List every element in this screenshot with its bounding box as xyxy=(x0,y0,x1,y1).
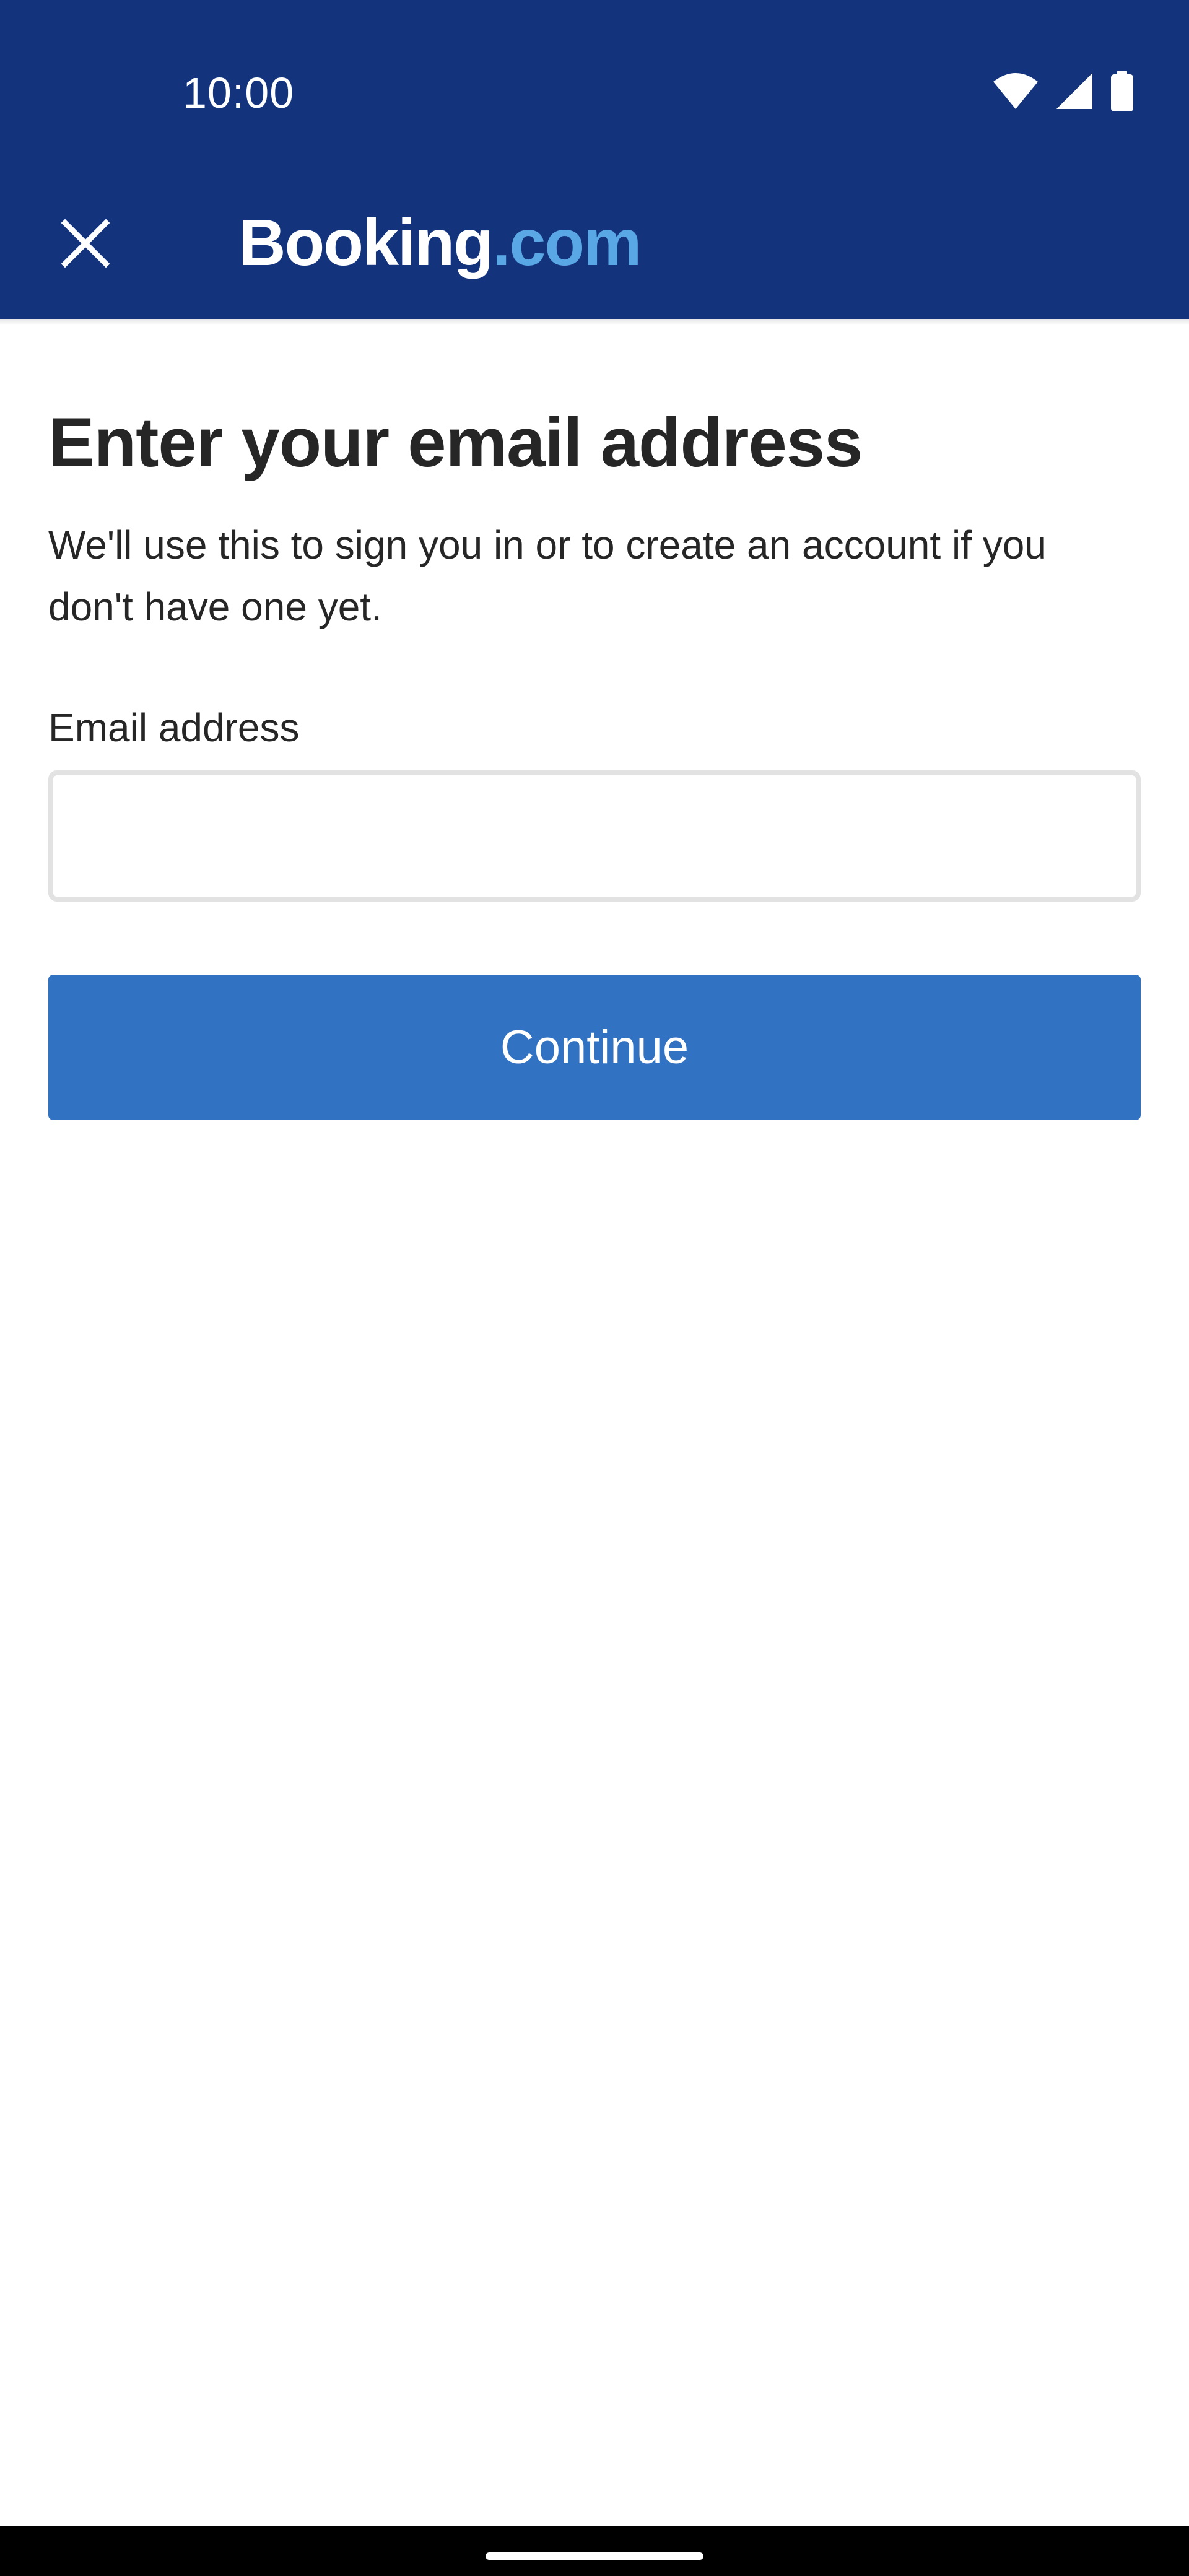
continue-button[interactable]: Continue xyxy=(48,975,1141,1120)
sign-in-form: Enter your email address We'll use this … xyxy=(48,396,1141,1120)
app-bar: Booking .com xyxy=(0,186,1189,319)
page-title: Enter your email address xyxy=(48,404,863,481)
system-navigation-bar xyxy=(0,2526,1189,2576)
home-gesture-handle[interactable] xyxy=(486,2552,703,2560)
close-icon xyxy=(61,219,110,271)
email-field-container xyxy=(48,770,1141,902)
top-header: 10:00 Booking .com xyxy=(0,0,1189,319)
email-label: Email address xyxy=(48,705,300,750)
cellular-signal-icon xyxy=(1055,72,1094,110)
page-subtitle: We'll use this to sign you in or to crea… xyxy=(48,523,1047,629)
status-bar: 10:00 xyxy=(0,0,1189,186)
brand-name: Booking xyxy=(238,206,494,279)
brand-logo: Booking .com xyxy=(238,199,642,286)
close-button[interactable] xyxy=(43,203,127,287)
app-bar-shadow xyxy=(0,319,1189,325)
battery-icon xyxy=(1110,71,1135,111)
brand-suffix: .com xyxy=(492,206,642,279)
status-time: 10:00 xyxy=(183,69,295,117)
status-icons xyxy=(992,69,1135,113)
email-input[interactable] xyxy=(53,775,1136,897)
wifi-icon xyxy=(992,72,1039,110)
